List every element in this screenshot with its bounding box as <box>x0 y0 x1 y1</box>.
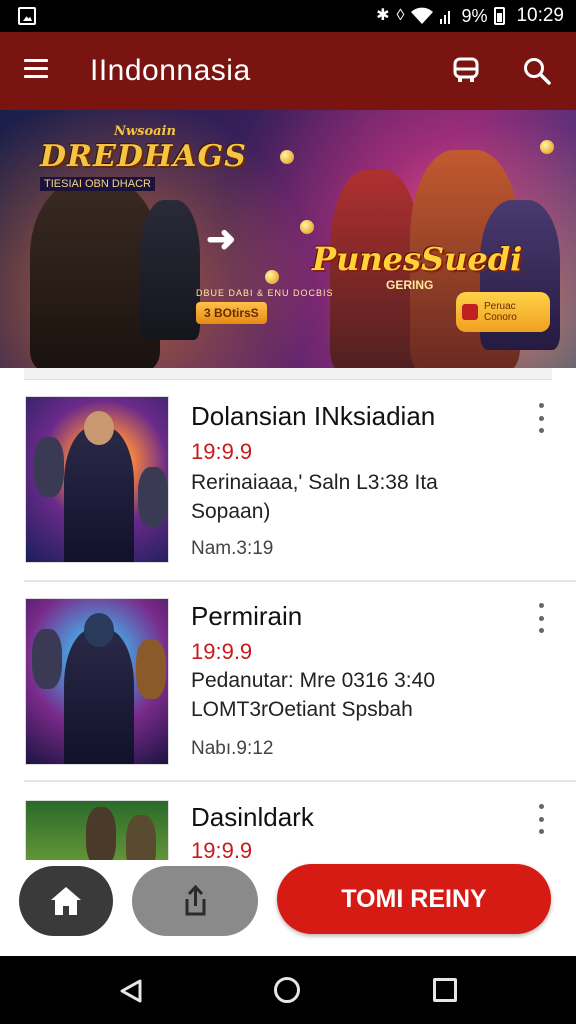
banner-right-chip-label: Peruac Conoro <box>484 301 517 323</box>
search-icon[interactable] <box>522 56 552 86</box>
signal-icon <box>440 11 451 24</box>
home-button[interactable] <box>19 866 113 936</box>
back-triangle-icon[interactable] <box>118 978 144 1004</box>
coin-decoration <box>300 220 314 234</box>
bottom-action-bar: TOMI REINY <box>0 860 576 956</box>
recents-square-icon[interactable] <box>433 978 457 1002</box>
product-title[interactable]: Permirain <box>191 601 302 632</box>
product-title[interactable]: Dolansian INksiadian <box>191 401 435 432</box>
more-options-icon[interactable] <box>532 603 550 633</box>
clock: 10:29 <box>516 5 564 26</box>
banner-left-logo: Nwsoain DREDHAGS TIESIAI OBN DHACR <box>40 124 247 192</box>
product-thumbnail[interactable] <box>25 598 169 765</box>
home-icon <box>51 887 81 915</box>
status-bar: ✱ ◊ 9% 10:29 <box>0 0 576 32</box>
vibrate-icon: ◊ <box>396 7 405 24</box>
share-icon <box>185 885 206 916</box>
banner-right-logo-main: PunesSuedi <box>312 240 523 278</box>
product-price: 19:9.9 <box>191 838 253 860</box>
more-options-icon[interactable] <box>532 804 550 834</box>
product-price: 19:9.9 <box>191 439 253 464</box>
app-bar: IIndonnasia <box>0 32 576 110</box>
banner-right-logo: PunesSuedi GERING <box>312 240 532 292</box>
list-item[interactable]: Permirain 19:9.9 Pedanutar: Mre 0316 3:4… <box>0 570 576 770</box>
product-description: Pedanutar: Mre 0316 3:40 LOMT3rOetiant S… <box>191 666 521 724</box>
product-thumbnail[interactable] <box>25 800 169 860</box>
product-price: 19:9.9 <box>191 639 253 664</box>
wifi-icon <box>411 7 434 24</box>
product-description-line: Rerinaiaaa,' Saln L3:38 Ita <box>191 471 438 494</box>
banner-left-logo-top: Nwsoain <box>114 124 176 139</box>
product-description: Rerinaiaaa,' Saln L3:38 Ita Sopaan) <box>191 468 521 526</box>
bus-cart-icon[interactable] <box>452 56 480 84</box>
coin-decoration <box>280 150 294 164</box>
banner-right-logo-sub: GERING <box>386 278 434 292</box>
product-meta: Nam.3:19 <box>191 538 274 559</box>
battery-icon <box>494 7 506 25</box>
list-item[interactable]: Dolansian INksiadian 19:9.9 Rerinaiaaa,'… <box>0 368 576 568</box>
product-description-line: Sopaan) <box>191 500 271 523</box>
system-nav-bar <box>0 956 576 1024</box>
hamburger-menu-icon[interactable] <box>24 59 48 79</box>
banner-right-chip[interactable]: Peruac Conoro <box>456 292 550 332</box>
banner-left-chip[interactable]: 3 BOtirsS <box>196 302 267 324</box>
bluetooth-icon: ✱ <box>376 7 390 24</box>
product-description-line: Pedanutar: Mre 0316 3:40 <box>191 669 436 692</box>
arrow-right-icon: ➜ <box>206 218 237 259</box>
promo-banner[interactable]: Nwsoain DREDHAGS TIESIAI OBN DHACR DBUE … <box>0 110 576 368</box>
app-title: IIndonnasia <box>90 54 251 87</box>
badge-icon <box>462 304 478 320</box>
banner-left-logo-main: DREDHAGS <box>40 139 247 174</box>
banner-left-logo-sub: TIESIAI OBN DHACR <box>40 177 155 191</box>
product-thumbnail[interactable] <box>25 396 169 563</box>
coin-decoration <box>540 140 554 154</box>
coin-decoration <box>265 270 279 284</box>
product-meta: Nabı.9:12 <box>191 738 274 759</box>
list-item[interactable]: Dasinldark 19:9.9 <box>0 770 576 860</box>
more-options-icon[interactable] <box>532 403 550 433</box>
product-title[interactable]: Dasinldark <box>191 802 314 833</box>
banner-hero-figure <box>140 200 200 340</box>
share-button[interactable] <box>132 866 258 936</box>
product-description-line: LOMT3rOetiant Spsbah <box>191 698 413 721</box>
home-circle-icon[interactable] <box>274 977 300 1003</box>
cta-button[interactable]: TOMI REINY <box>277 864 551 934</box>
battery-percent: 9% <box>461 5 488 26</box>
gallery-notification-icon <box>18 7 36 25</box>
